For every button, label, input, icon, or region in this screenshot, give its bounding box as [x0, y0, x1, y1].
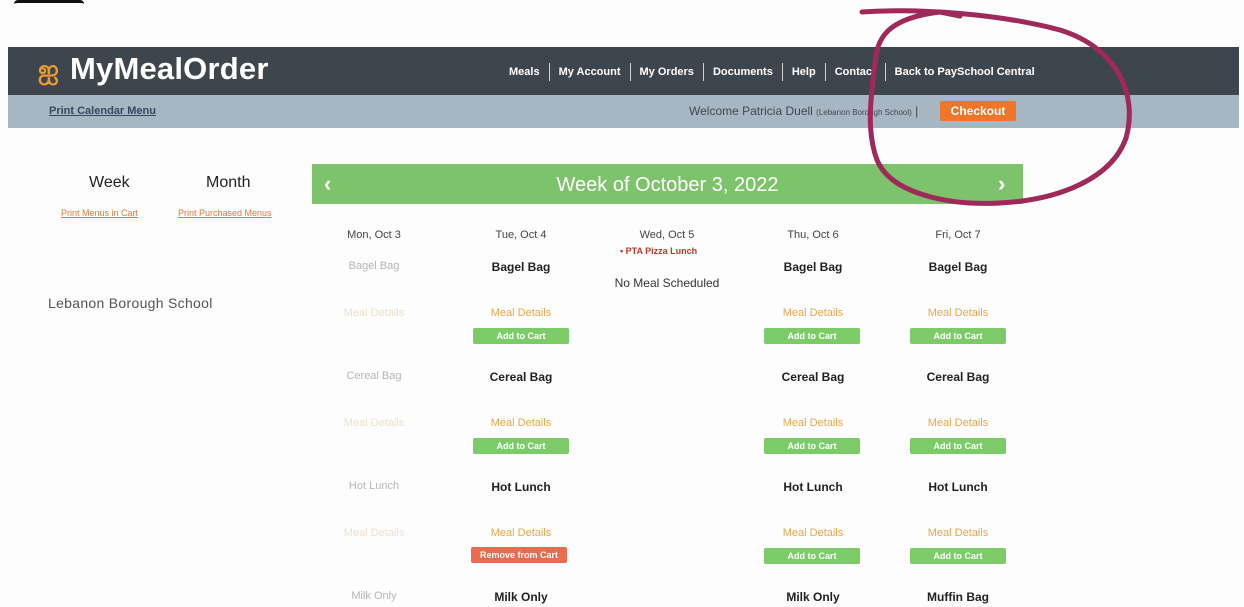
logo-text: MyMealOrder	[70, 51, 269, 86]
meal-details-link-thu[interactable]: Meal Details	[753, 307, 873, 319]
nav-back-to-payschool[interactable]: Back to PaySchool Central	[886, 66, 1044, 78]
meal-name-thu: Hot Lunch	[783, 480, 843, 494]
meal-name-mon: Hot Lunch	[348, 480, 400, 492]
meal-name-fri: Hot Lunch	[928, 480, 988, 494]
pta-pizza-event: • PTA Pizza Lunch	[620, 246, 698, 256]
school-name: Lebanon Borough School	[48, 295, 213, 311]
meal-name-tue: Milk Only	[494, 590, 548, 604]
day-label-tue: Tue, Oct 4	[495, 229, 547, 241]
meal-details-link-mon: Meal Details	[343, 307, 405, 319]
day-label-fri: Fri, Oct 7	[935, 229, 981, 241]
welcome-message: Welcome Patricia Duell (Lebanon Borough …	[689, 104, 919, 118]
nav-documents[interactable]: Documents	[704, 66, 782, 78]
meal-name-fri: Cereal Bag	[926, 370, 990, 384]
add-to-cart-button[interactable]: Add to Cart	[473, 438, 569, 454]
day-label-wed: Wed, Oct 5	[639, 229, 695, 241]
week-header-bar: ‹ Week of October 3, 2022 ›	[312, 164, 1023, 204]
week-title: Week of October 3, 2022	[556, 174, 779, 196]
tab-week[interactable]: Week	[89, 174, 130, 192]
print-purchased-menus-link[interactable]: Print Purchased Menus	[178, 208, 272, 218]
welcome-text: Welcome Patricia Duell	[689, 104, 813, 118]
meal-details-link-tue[interactable]: Meal Details	[461, 417, 581, 429]
add-to-cart-button[interactable]: Add to Cart	[764, 438, 860, 454]
meal-name-thu: Milk Only	[786, 590, 840, 604]
meal-details-link-fri[interactable]: Meal Details	[898, 307, 1018, 319]
meal-name-tue: Bagel Bag	[491, 260, 551, 274]
add-to-cart-button[interactable]: Add to Cart	[473, 328, 569, 344]
welcome-school: (Lebanon Borough School)	[816, 108, 912, 117]
add-to-cart-button[interactable]: Add to Cart	[910, 548, 1006, 564]
add-to-cart-button[interactable]: Add to Cart	[764, 548, 860, 564]
add-to-cart-button[interactable]: Add to Cart	[910, 438, 1006, 454]
meal-name-mon: Cereal Bag	[346, 370, 402, 382]
logo[interactable]: ஐ MyMealOrder	[38, 51, 269, 87]
meal-details-link-fri[interactable]: Meal Details	[898, 417, 1018, 429]
logo-knot-icon: ஐ	[38, 54, 59, 84]
nav-my-orders[interactable]: My Orders	[631, 66, 703, 78]
event-label: PTA Pizza Lunch	[625, 246, 698, 256]
sub-header: Print Calendar Menu Welcome Patricia Due…	[8, 95, 1239, 128]
meal-details-link-tue[interactable]: Meal Details	[461, 527, 581, 539]
tab-month[interactable]: Month	[206, 174, 250, 192]
nav-help[interactable]: Help	[783, 66, 825, 78]
meal-details-link-thu[interactable]: Meal Details	[753, 417, 873, 429]
meal-details-link-tue[interactable]: Meal Details	[461, 307, 581, 319]
print-calendar-menu-link[interactable]: Print Calendar Menu	[49, 105, 156, 117]
meal-details-link-mon: Meal Details	[343, 417, 405, 429]
meal-name-thu: Cereal Bag	[781, 370, 845, 384]
meal-details-link-thu[interactable]: Meal Details	[753, 527, 873, 539]
nav-my-account[interactable]: My Account	[550, 66, 630, 78]
nav-meals[interactable]: Meals	[500, 66, 549, 78]
nav-contact[interactable]: Contact	[826, 66, 885, 78]
meal-details-link-mon: Meal Details	[343, 527, 405, 539]
print-menus-in-cart-link[interactable]: Print Menus in Cart	[61, 208, 138, 218]
meal-name-tue: Hot Lunch	[491, 480, 551, 494]
app-header: ஐ MyMealOrder Meals My Account My Orders…	[8, 47, 1239, 95]
add-to-cart-button[interactable]: Add to Cart	[764, 328, 860, 344]
meal-name-mon: Bagel Bag	[348, 260, 400, 272]
meal-details-link-fri[interactable]: Meal Details	[898, 527, 1018, 539]
no-meal-scheduled-text: No Meal Scheduled	[614, 276, 720, 290]
remove-from-cart-button[interactable]: Remove from Cart	[471, 547, 567, 563]
meal-name-fri: Muffin Bag	[927, 590, 989, 604]
checkout-button[interactable]: Checkout	[940, 101, 1016, 121]
meal-name-fri: Bagel Bag	[928, 260, 988, 274]
meal-name-thu: Bagel Bag	[783, 260, 843, 274]
main-nav: Meals My Account My Orders Documents Hel…	[500, 63, 1044, 81]
cropped-text-fragment	[14, 0, 84, 11]
day-label-thu: Thu, Oct 6	[787, 229, 839, 241]
next-week-icon[interactable]: ›	[998, 171, 1005, 197]
meal-name-tue: Cereal Bag	[489, 370, 553, 384]
day-label-mon: Mon, Oct 3	[347, 229, 401, 241]
add-to-cart-button[interactable]: Add to Cart	[910, 328, 1006, 344]
meal-name-mon: Milk Only	[351, 590, 397, 602]
